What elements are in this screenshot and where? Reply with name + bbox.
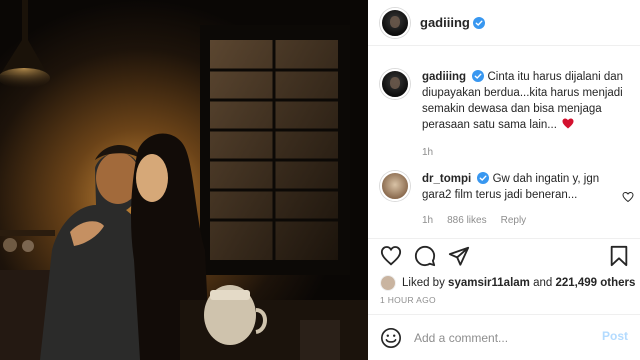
add-comment-bar: Post (368, 314, 640, 360)
verified-badge-icon (472, 70, 485, 82)
post-photo-image (0, 0, 368, 360)
emoji-icon[interactable] (380, 327, 402, 349)
commenter-avatar[interactable] (380, 171, 410, 201)
likes-conj: and (533, 277, 553, 289)
verified-badge-icon (477, 172, 490, 184)
caption-username[interactable]: gadiiing (422, 71, 466, 83)
comment-icon[interactable] (414, 245, 436, 267)
post-photo (0, 0, 368, 360)
likes-prefix: Liked by (402, 277, 445, 289)
post-header: gadiiing (368, 0, 640, 46)
verified-badge-icon (472, 16, 485, 29)
post-details-panel: gadiiing gadiiing Cinta itu harus dijala… (368, 0, 640, 360)
likes-summary[interactable]: Liked by syamsir11alam and 221,499 other… (380, 275, 635, 291)
post-time-ago[interactable]: 1 HOUR AGO (380, 295, 436, 305)
author-avatar[interactable] (380, 7, 410, 38)
liker-username[interactable]: syamsir11alam (448, 277, 530, 289)
comment-username[interactable]: dr_tompi (422, 173, 471, 185)
post-actions: Liked by syamsir11alam and 221,499 other… (368, 238, 640, 306)
bookmark-icon[interactable] (608, 245, 630, 267)
like-comment-heart-icon[interactable] (622, 191, 634, 203)
share-icon[interactable] (448, 245, 470, 267)
instagram-post-modal: gadiiing gadiiing Cinta itu harus dijala… (0, 0, 640, 360)
post-comment-button[interactable]: Post (602, 329, 628, 343)
comment-reply-button[interactable]: Reply (501, 215, 527, 226)
caption-time[interactable]: 1h (422, 147, 433, 158)
author-username[interactable]: gadiiing (420, 15, 470, 30)
comments-list: gadiiing Cinta itu harus dijalani dan di… (368, 47, 640, 237)
red-heart-emoji-icon (562, 118, 574, 129)
caption-author-avatar[interactable] (380, 69, 410, 99)
like-heart-icon[interactable] (380, 245, 402, 267)
comment-time[interactable]: 1h (422, 215, 433, 226)
comment-likes[interactable]: 886 likes (447, 215, 486, 226)
liker-avatar (380, 275, 396, 291)
add-comment-input[interactable] (414, 330, 584, 345)
likes-count[interactable]: 221,499 others (556, 277, 636, 289)
